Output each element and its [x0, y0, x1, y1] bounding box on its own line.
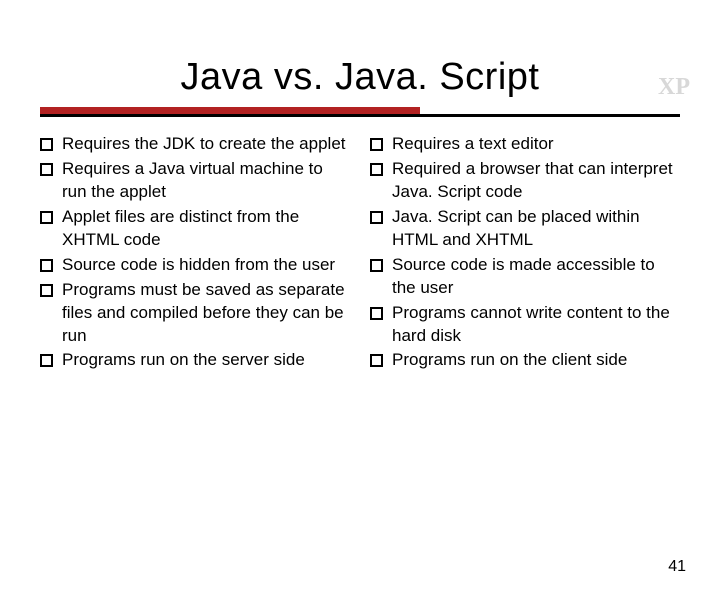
list-item: Required a browser that can interpret Ja… [370, 158, 680, 204]
checkbox-icon [370, 163, 383, 176]
list-item-text: Java. Script can be placed within HTML a… [392, 206, 680, 252]
title-rule [40, 107, 680, 117]
list-item-text: Programs cannot write content to the har… [392, 302, 680, 348]
page-number: 41 [668, 558, 686, 576]
list-item: Requires a text editor [370, 133, 680, 156]
list-item-text: Requires a text editor [392, 133, 680, 156]
list-item-text: Programs run on the client side [392, 349, 680, 372]
right-column: Requires a text editor Required a browse… [370, 133, 680, 374]
content-columns: Requires the JDK to create the applet Re… [40, 133, 680, 374]
checkbox-icon [40, 138, 53, 151]
list-item: Programs cannot write content to the har… [370, 302, 680, 348]
list-item-text: Programs run on the server side [62, 349, 350, 372]
checkbox-icon [370, 259, 383, 272]
list-item: Requires the JDK to create the applet [40, 133, 350, 156]
list-item: Source code is hidden from the user [40, 254, 350, 277]
checkbox-icon [370, 307, 383, 320]
list-item-text: Required a browser that can interpret Ja… [392, 158, 680, 204]
list-item-text: Requires a Java virtual machine to run t… [62, 158, 350, 204]
slide-title: Java vs. Java. Script [0, 56, 720, 99]
checkbox-icon [40, 354, 53, 367]
list-item: Java. Script can be placed within HTML a… [370, 206, 680, 252]
checkbox-icon [40, 284, 53, 297]
checkbox-icon [40, 211, 53, 224]
list-item-text: Requires the JDK to create the applet [62, 133, 350, 156]
left-column: Requires the JDK to create the applet Re… [40, 133, 350, 374]
checkbox-icon [370, 354, 383, 367]
checkbox-icon [370, 138, 383, 151]
list-item: Applet files are distinct from the XHTML… [40, 206, 350, 252]
list-item: Programs must be saved as separate files… [40, 279, 350, 348]
checkbox-icon [370, 211, 383, 224]
list-item-text: Source code is made accessible to the us… [392, 254, 680, 300]
list-item-text: Programs must be saved as separate files… [62, 279, 350, 348]
corner-label: XP [658, 74, 690, 101]
list-item: Source code is made accessible to the us… [370, 254, 680, 300]
list-item: Programs run on the server side [40, 349, 350, 372]
list-item-text: Source code is hidden from the user [62, 254, 350, 277]
list-item: Requires a Java virtual machine to run t… [40, 158, 350, 204]
checkbox-icon [40, 259, 53, 272]
checkbox-icon [40, 163, 53, 176]
list-item: Programs run on the client side [370, 349, 680, 372]
list-item-text: Applet files are distinct from the XHTML… [62, 206, 350, 252]
